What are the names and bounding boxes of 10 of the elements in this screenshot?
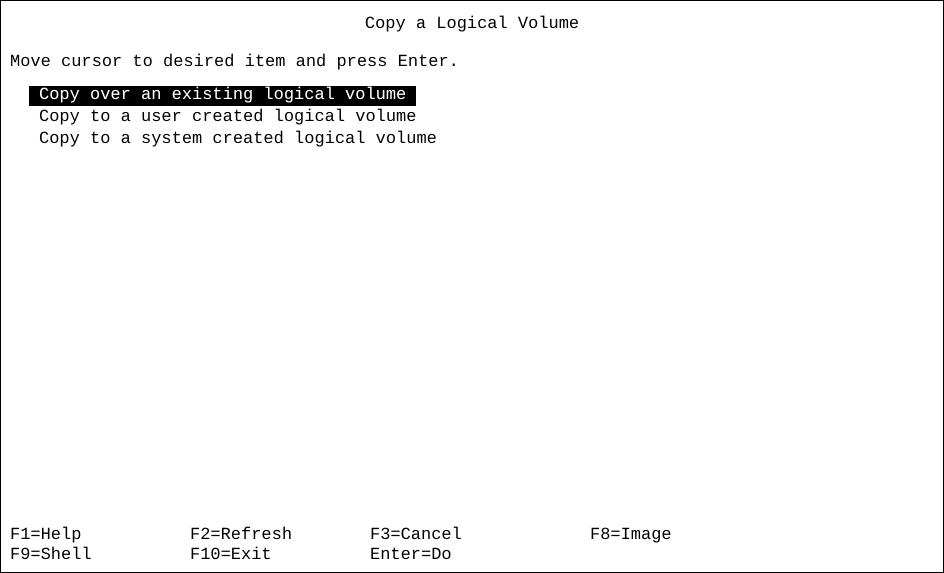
instruction-text: Move cursor to desired item and press Enter. [10, 53, 459, 72]
function-key-label: F9=Shell [10, 546, 92, 565]
function-key-label: F10=Exit [190, 546, 272, 565]
function-key-label: Enter=Do [370, 546, 452, 565]
function-key-label: F8=Image [590, 526, 672, 545]
function-key-label: F3=Cancel [370, 526, 462, 545]
function-key-label: F1=Help [10, 526, 82, 545]
function-key-label: F2=Refresh [190, 526, 292, 545]
window-title: Copy a Logical Volume [364, 15, 580, 35]
menu-item[interactable]: Copy over an existing logical volume [29, 86, 416, 106]
